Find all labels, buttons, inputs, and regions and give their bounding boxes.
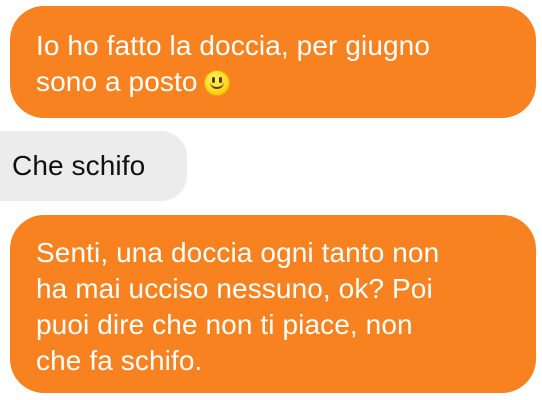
message-line: Io ho fatto la doccia, per giugno	[36, 30, 431, 61]
chat-thread: Io ho fatto la doccia, per giugno sono a…	[0, 0, 542, 400]
message-bubble-received[interactable]: Che schifo	[0, 131, 187, 201]
message-line: sono a posto	[36, 66, 198, 97]
message-line: Che schifo	[12, 150, 146, 181]
smiley-face-icon	[203, 70, 230, 96]
message-line: che fa schifo.	[36, 345, 203, 376]
message-line: puoi dire che non ti piace, non	[36, 309, 413, 340]
message-line-with-icon: sono a posto	[36, 64, 526, 100]
message-bubble-sent[interactable]: Io ho fatto la doccia, per giugno sono a…	[10, 6, 536, 118]
message-line: Senti, una doccia ogni tanto non	[36, 237, 440, 268]
message-bubble-sent[interactable]: Senti, una doccia ogni tanto non ha mai …	[10, 215, 536, 393]
message-line: ha mai ucciso nessuno, ok? Poi	[36, 273, 433, 304]
